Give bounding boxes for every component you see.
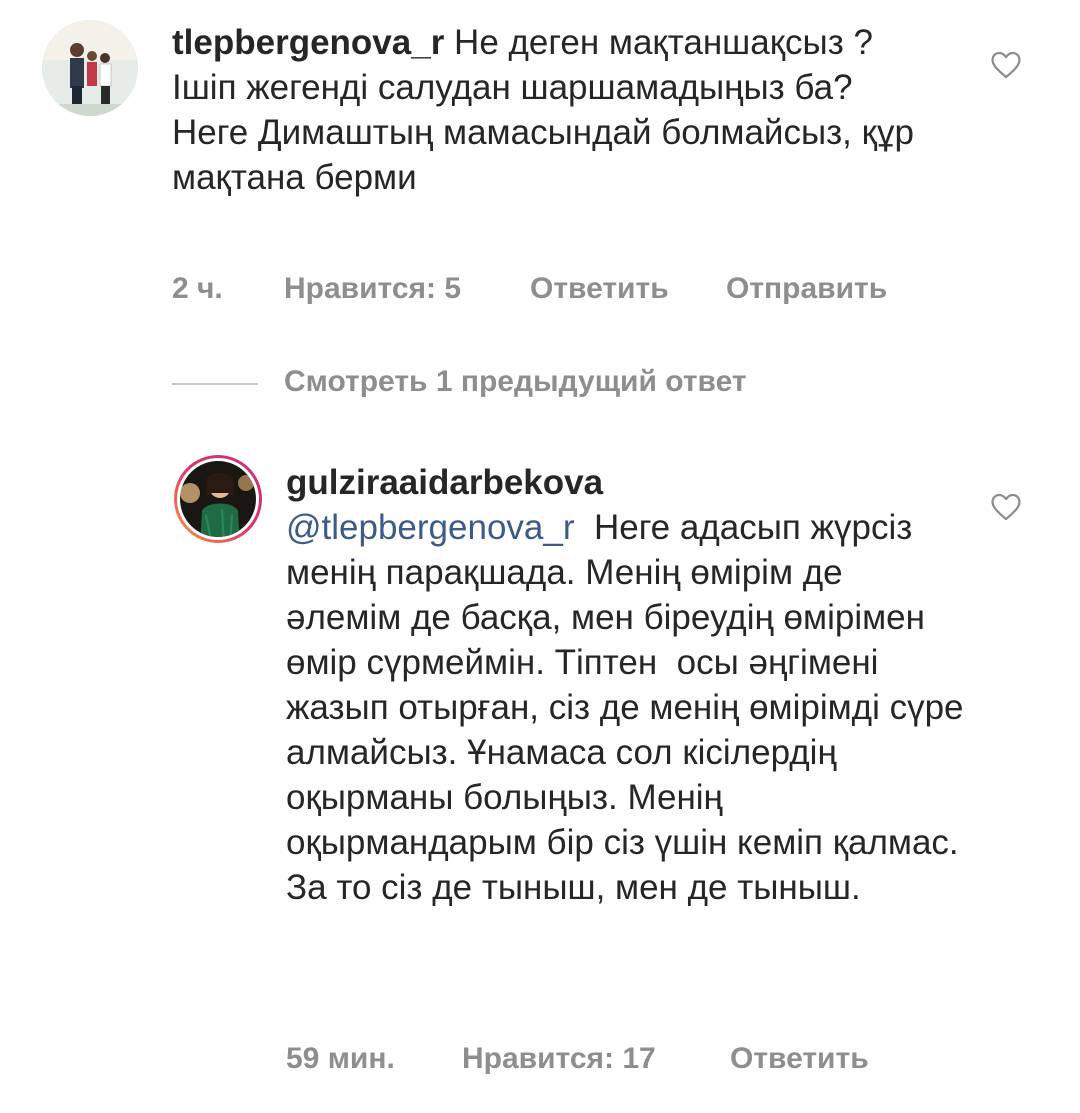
- comment-2-reply: gulziraaidarbekova @tlepbergenova_r Неге…: [0, 440, 1080, 1100]
- avatar-photo: [174, 455, 262, 543]
- view-previous-replies-label: Смотреть 1 предыдущий ответ: [284, 365, 747, 398]
- comment-text: gulziraaidarbekova @tlepbergenova_r Неге…: [286, 460, 966, 910]
- comment-meta: 59 мин. Нравится: 17 Ответить: [286, 1042, 966, 1082]
- avatar-story-ring[interactable]: [172, 453, 264, 545]
- mention-link[interactable]: @tlepbergenova_r: [286, 508, 575, 547]
- comment-1: tlepbergenova_r Не деген мақтаншақсыз ? …: [0, 0, 1080, 330]
- comment-username[interactable]: gulziraaidarbekova: [286, 463, 603, 502]
- comment-username[interactable]: tlepbergenova_r: [172, 23, 444, 62]
- divider-line: [172, 383, 258, 385]
- avatar-photo: [42, 20, 138, 116]
- likes-count-button[interactable]: Нравится: 5: [284, 272, 461, 306]
- reply-button[interactable]: Ответить: [730, 1042, 869, 1076]
- heart-outline-icon[interactable]: [989, 48, 1023, 82]
- view-previous-replies[interactable]: Смотреть 1 предыдущий ответ: [172, 365, 872, 405]
- heart-outline-icon[interactable]: [989, 490, 1023, 524]
- comment-body: Неге адасып жүрсіз менің парақшада. Мені…: [286, 508, 974, 907]
- likes-count-button[interactable]: Нравится: 17: [462, 1042, 656, 1076]
- reply-button[interactable]: Ответить: [530, 272, 669, 306]
- avatar[interactable]: [42, 20, 138, 116]
- comment-text: tlepbergenova_r Не деген мақтаншақсыз ? …: [172, 20, 922, 200]
- send-button[interactable]: Отправить: [726, 272, 887, 306]
- comment-time: 59 мин.: [286, 1042, 395, 1075]
- comment-time: 2 ч.: [172, 272, 223, 305]
- comment-meta: 2 ч. Нравится: 5 Ответить Отправить: [172, 272, 932, 312]
